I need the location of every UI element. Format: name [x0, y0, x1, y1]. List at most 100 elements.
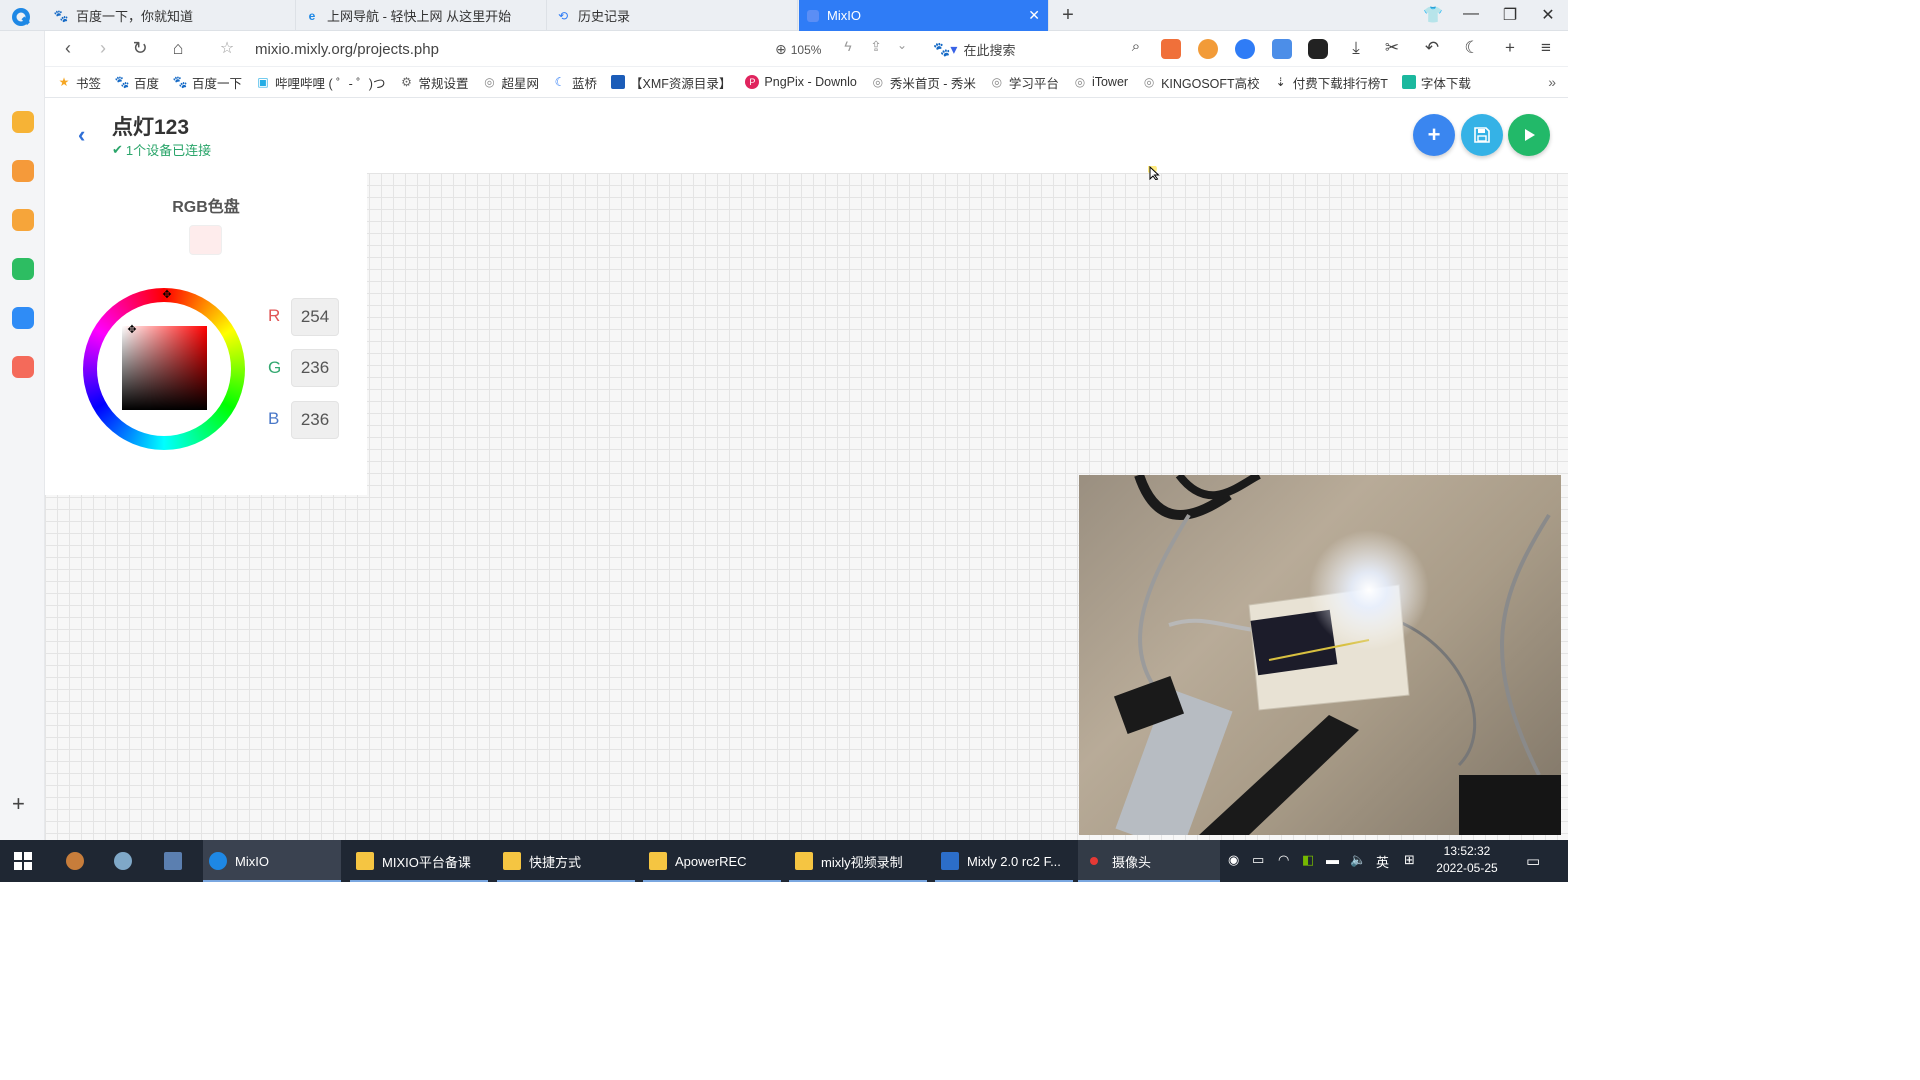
- nvidia-icon[interactable]: ◧: [1302, 852, 1314, 868]
- network-app-icon[interactable]: ◉: [1228, 852, 1239, 868]
- game-icon[interactable]: [1198, 39, 1218, 59]
- taskbar-item-mixly-video[interactable]: mixly视频录制: [789, 840, 927, 882]
- more-bookmarks-icon[interactable]: »: [1548, 74, 1556, 90]
- globe-icon: ◎: [484, 75, 495, 89]
- back-nav-icon[interactable]: ‹: [57, 38, 79, 59]
- taskbar-item-mixly[interactable]: Mixly 2.0 rc2 F...: [935, 840, 1073, 882]
- translate-icon[interactable]: [1161, 39, 1181, 59]
- close-window-icon[interactable]: ✕: [1538, 5, 1558, 25]
- clock-time: 13:52:32: [1443, 844, 1491, 858]
- ime-indicator[interactable]: 英: [1376, 852, 1389, 871]
- url-field[interactable]: mixio.mixly.org/projects.php: [255, 41, 439, 58]
- tab-navigation[interactable]: e 上网导航 - 轻快上网 从这里开始: [297, 0, 547, 31]
- check-circle-icon: ✔: [112, 141, 123, 157]
- add-widget-button[interactable]: +: [1413, 114, 1455, 156]
- zoom-control[interactable]: ⊕ 105%: [775, 41, 821, 58]
- bookmark-item[interactable]: ☾ 蓝桥: [553, 73, 597, 92]
- add-sidebar-app-icon[interactable]: +: [12, 791, 25, 817]
- chevron-down-icon[interactable]: ⌄: [891, 38, 913, 52]
- bookmark-label: 常规设置: [418, 76, 469, 91]
- saturation-value-square[interactable]: [122, 326, 207, 410]
- tab-mixio[interactable]: MixIO ✕: [799, 0, 1049, 31]
- run-button[interactable]: [1508, 114, 1550, 156]
- add-icon[interactable]: +: [1499, 38, 1521, 58]
- wechat-app-icon[interactable]: [12, 258, 34, 280]
- lightning-icon[interactable]: ϟ: [837, 38, 859, 54]
- new-tab-button[interactable]: +: [1058, 4, 1078, 27]
- bookmark-item[interactable]: 🐾 百度: [115, 73, 159, 92]
- media-icon[interactable]: [1308, 39, 1328, 59]
- scissors-icon[interactable]: ✂: [1381, 38, 1403, 58]
- minimize-icon[interactable]: —: [1461, 5, 1481, 23]
- battery-icon[interactable]: ▬: [1326, 852, 1339, 867]
- bookmark-item[interactable]: ★ 书签: [57, 73, 101, 92]
- hue-marker[interactable]: ✥: [162, 290, 172, 301]
- bookmark-item[interactable]: ◎ 超星网: [482, 73, 539, 92]
- globe-icon: ◎: [1143, 75, 1155, 89]
- menu-icon[interactable]: ≡: [1535, 38, 1557, 58]
- bookmark-item[interactable]: P PngPix - Downlo: [745, 75, 857, 89]
- tab-baidu[interactable]: 🐾 百度一下，你就知道: [46, 0, 296, 31]
- tab-history[interactable]: ⟲ 历史记录: [548, 0, 798, 31]
- restore-icon[interactable]: ❐: [1500, 5, 1520, 25]
- bookmark-label: KINGOSOFT高校: [1161, 76, 1260, 91]
- shirt-skin-icon[interactable]: 👕: [1423, 5, 1443, 25]
- bookmark-item[interactable]: ▣ 哔哩哔哩 ( ゜- ゜)つ: [256, 73, 385, 92]
- extension-icon[interactable]: [1235, 39, 1255, 59]
- taskbar-item-apowerrec[interactable]: ApowerREC: [643, 840, 781, 882]
- taskbar-item-shortcut[interactable]: 快捷方式: [497, 840, 635, 882]
- folder-icon: [649, 852, 667, 870]
- bookmark-item[interactable]: 【XMF资源目录】: [611, 73, 731, 92]
- camera-preview[interactable]: [1079, 475, 1561, 835]
- bookmark-item[interactable]: ◎ KINGOSOFT高校: [1142, 73, 1260, 92]
- browser-logo-icon[interactable]: [10, 6, 32, 28]
- refresh-icon[interactable]: ↻: [129, 38, 151, 59]
- keyboard-layout-icon[interactable]: ⊞: [1404, 852, 1415, 868]
- taskbar-item-mixio[interactable]: MixIO: [203, 840, 341, 882]
- translate-app-icon[interactable]: [12, 356, 34, 378]
- search-engine-box[interactable]: 🐾▾ 在此搜索: [933, 40, 1015, 59]
- bookmark-item[interactable]: ⇣ 付费下载排行榜T: [1274, 73, 1388, 92]
- bookmark-item[interactable]: 字体下载: [1401, 73, 1471, 92]
- night-mode-icon[interactable]: ☾: [1461, 38, 1483, 58]
- bookmark-label: 哔哩哔哩 ( ゜- ゜)つ: [275, 76, 386, 91]
- system-clock[interactable]: 13:52:32 2022-05-25: [1432, 843, 1502, 877]
- forward-nav-icon[interactable]: ›: [92, 38, 114, 59]
- docs-app-icon[interactable]: [12, 160, 34, 182]
- favorite-star-icon[interactable]: ☆: [216, 38, 238, 58]
- close-tab-icon[interactable]: ✕: [1028, 7, 1040, 24]
- connection-status: ✔ 1个设备已连接: [112, 140, 211, 159]
- mixly-app-icon: [941, 852, 959, 870]
- taskbar-item-mixio-prep[interactable]: MIXIO平台备课: [350, 840, 488, 882]
- bookmark-item[interactable]: ◎ 学习平台: [990, 73, 1059, 92]
- undo-icon[interactable]: ↶: [1421, 38, 1443, 58]
- volume-icon[interactable]: 🔈: [1350, 852, 1366, 868]
- search-icon[interactable]: ⌕: [1125, 38, 1147, 55]
- download-icon[interactable]: ⤓: [1345, 38, 1367, 58]
- pinned-app-2[interactable]: [108, 840, 148, 882]
- bookmark-item[interactable]: ◎ 秀米首页 - 秀米: [871, 73, 976, 92]
- bookmark-item[interactable]: ◎ iTower: [1073, 75, 1128, 89]
- search-app-icon[interactable]: [12, 209, 34, 231]
- window-icon[interactable]: ▭: [1252, 852, 1264, 868]
- wifi-icon[interactable]: ◠: [1278, 852, 1289, 868]
- b-value-input[interactable]: 236: [291, 401, 339, 439]
- save-button[interactable]: [1461, 114, 1503, 156]
- back-arrow-icon[interactable]: ‹: [78, 122, 85, 148]
- notification-icon[interactable]: ▭: [1526, 852, 1540, 870]
- bookmark-item[interactable]: 🐾 百度一下: [173, 73, 242, 92]
- taskbar-item-camera[interactable]: 摄像头: [1078, 840, 1220, 882]
- sv-marker[interactable]: ✥: [127, 325, 137, 336]
- share-icon[interactable]: ⇪: [865, 38, 887, 55]
- pinned-app-3[interactable]: [158, 840, 198, 882]
- store-app-icon[interactable]: [12, 307, 34, 329]
- g-value-input[interactable]: 236: [291, 349, 339, 387]
- home-icon[interactable]: ⌂: [167, 38, 189, 59]
- notes-app-icon[interactable]: [12, 111, 34, 133]
- translation-tool-icon[interactable]: [1272, 39, 1292, 59]
- r-value-input[interactable]: 254: [291, 298, 339, 336]
- bookmark-item[interactable]: ⚙ 常规设置: [399, 73, 468, 92]
- pinned-app-1[interactable]: [60, 840, 100, 882]
- start-button[interactable]: [8, 840, 48, 882]
- address-bar: ‹ › ↻ ⌂ ☆ mixio.mixly.org/projects.php ⊕…: [45, 31, 1568, 67]
